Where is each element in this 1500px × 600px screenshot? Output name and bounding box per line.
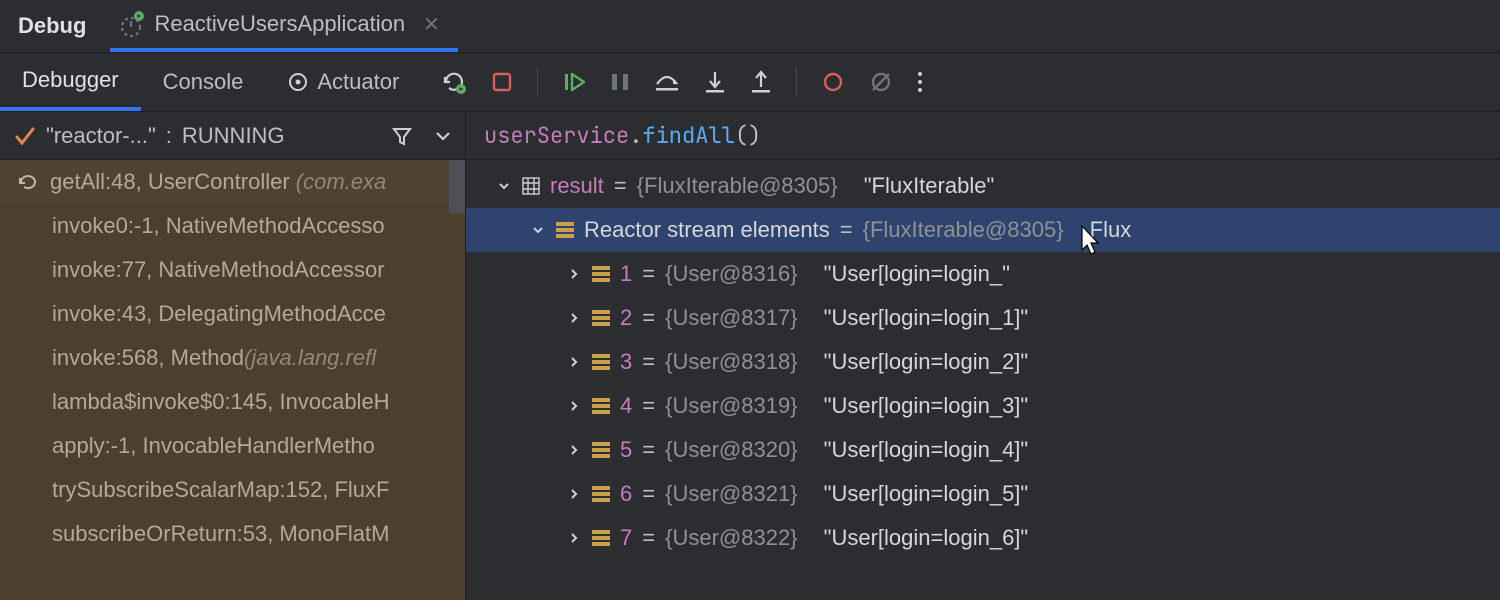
tab-console[interactable]: Console	[141, 53, 266, 111]
step-into-icon[interactable]	[704, 70, 726, 94]
tool-window-title: Debug	[18, 13, 86, 39]
separator	[796, 67, 797, 97]
list-icon	[556, 221, 574, 239]
debug-title-bar: Debug ReactiveUsersApplication ✕	[0, 0, 1500, 52]
filter-icon[interactable]	[391, 125, 413, 147]
rerun-icon[interactable]	[441, 69, 467, 95]
more-icon[interactable]	[917, 71, 923, 93]
variables-tree: result = {FluxIterable@8305} "FluxIterab…	[466, 160, 1500, 600]
resume-icon[interactable]	[562, 70, 586, 94]
list-icon	[592, 265, 610, 283]
chevron-right-icon[interactable]	[566, 530, 582, 546]
tab-actuator[interactable]: Actuator	[265, 53, 421, 111]
variable-row[interactable]: 6 = {User@8321} "User[login=login_5]"	[466, 472, 1500, 516]
thread-status: RUNNING	[182, 123, 285, 149]
stack-frames: getAll:48, UserController (com.exainvoke…	[0, 160, 465, 600]
chevron-down-icon[interactable]	[530, 222, 546, 238]
chevron-right-icon[interactable]	[566, 354, 582, 370]
variable-row[interactable]: result = {FluxIterable@8305} "FluxIterab…	[466, 164, 1500, 208]
checkmark-icon	[14, 125, 36, 147]
evaluate-expression-input[interactable]: userService.findAll()	[466, 112, 1500, 160]
chevron-down-icon[interactable]	[435, 130, 451, 142]
list-icon	[592, 353, 610, 371]
stack-frame[interactable]: trySubscribeScalarMap:152, FluxF	[0, 468, 465, 512]
stack-frame[interactable]: invoke:43, DelegatingMethodAcce	[0, 292, 465, 336]
chevron-down-icon[interactable]	[496, 178, 512, 194]
chevron-right-icon[interactable]	[566, 310, 582, 326]
jump-icon	[18, 172, 40, 192]
stop-icon[interactable]	[491, 71, 513, 93]
chevron-right-icon[interactable]	[566, 398, 582, 414]
step-over-icon[interactable]	[654, 71, 680, 93]
run-config-tab[interactable]: ReactiveUsersApplication ✕	[110, 0, 457, 52]
list-icon	[592, 397, 610, 415]
variable-row[interactable]: 3 = {User@8318} "User[login=login_2]"	[466, 340, 1500, 384]
mute-breakpoints-icon[interactable]	[869, 70, 893, 94]
thread-selector[interactable]: "reactor-..." : RUNNING	[0, 112, 465, 160]
run-config-icon	[118, 11, 144, 37]
stack-frame[interactable]: apply:-1, InvocableHandlerMetho	[0, 424, 465, 468]
variable-row[interactable]: 1 = {User@8316} "User[login=login_"	[466, 252, 1500, 296]
scrollbar-thumb[interactable]	[449, 160, 465, 214]
actuator-icon	[287, 71, 309, 93]
stack-frame[interactable]: lambda$invoke$0:145, InvocableH	[0, 380, 465, 424]
list-icon	[592, 309, 610, 327]
thread-sep: :	[166, 123, 172, 149]
tab-debugger[interactable]: Debugger	[0, 53, 141, 111]
grid-icon	[522, 177, 540, 195]
chevron-right-icon[interactable]	[566, 486, 582, 502]
view-breakpoints-icon[interactable]	[821, 70, 845, 94]
variable-row[interactable]: 2 = {User@8317} "User[login=login_1]"	[466, 296, 1500, 340]
close-icon[interactable]: ✕	[423, 12, 440, 37]
list-icon	[592, 485, 610, 503]
variable-row[interactable]: 5 = {User@8320} "User[login=login_4]"	[466, 428, 1500, 472]
pause-icon[interactable]	[610, 71, 630, 93]
variable-row[interactable]: 7 = {User@8322} "User[login=login_6]"	[466, 516, 1500, 560]
list-icon	[592, 529, 610, 547]
list-icon	[592, 441, 610, 459]
variable-row-selected[interactable]: Reactor stream elements = {FluxIterable@…	[466, 208, 1500, 252]
debug-toolbar: Debugger Console Actuator	[0, 52, 1500, 112]
stack-frame[interactable]: getAll:48, UserController (com.exa	[0, 160, 465, 204]
frames-panel: "reactor-..." : RUNNING getAll:48, UserC…	[0, 112, 466, 600]
stack-frame[interactable]: invoke:77, NativeMethodAccessor	[0, 248, 465, 292]
chevron-right-icon[interactable]	[566, 442, 582, 458]
separator	[537, 67, 538, 97]
stack-frame[interactable]: invoke0:-1, NativeMethodAccesso	[0, 204, 465, 248]
run-config-name: ReactiveUsersApplication	[154, 11, 405, 37]
variables-panel: userService.findAll() result = {FluxIter…	[466, 112, 1500, 600]
step-out-icon[interactable]	[750, 70, 772, 94]
stack-frame[interactable]: subscribeOrReturn:53, MonoFlatM	[0, 512, 465, 556]
variable-row[interactable]: 4 = {User@8319} "User[login=login_3]"	[466, 384, 1500, 428]
chevron-right-icon[interactable]	[566, 266, 582, 282]
stack-frame[interactable]: invoke:568, Method (java.lang.refl	[0, 336, 465, 380]
thread-name: "reactor-..."	[46, 123, 156, 149]
